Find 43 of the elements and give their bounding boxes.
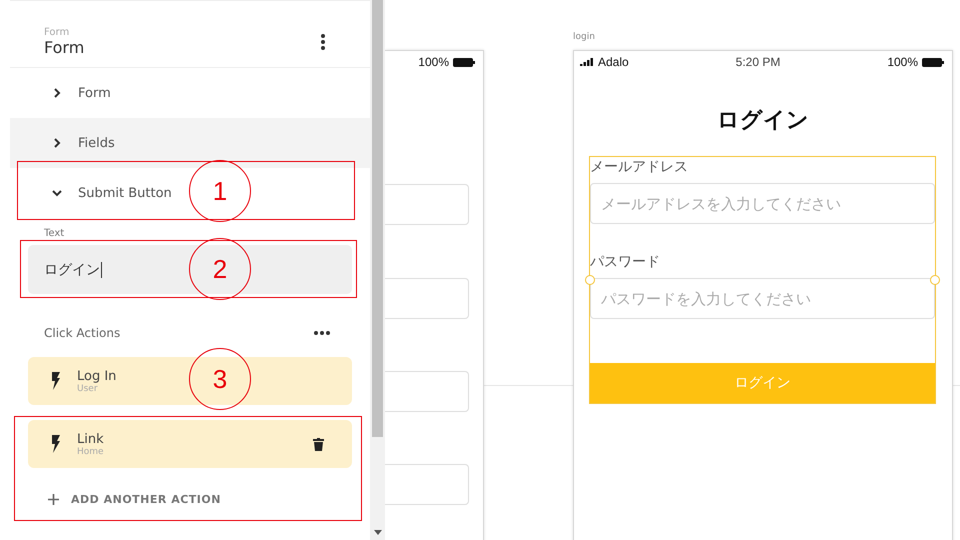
more-icon[interactable] bbox=[321, 34, 325, 50]
screen-title: ログイン bbox=[716, 107, 810, 135]
section-toggle[interactable]: Fields bbox=[52, 136, 115, 150]
lightning-icon bbox=[51, 435, 61, 453]
action-target: Home bbox=[77, 446, 104, 456]
field-label: メールアドレス bbox=[590, 158, 689, 177]
resize-handle[interactable] bbox=[585, 275, 595, 285]
battery-icon bbox=[922, 58, 944, 66]
battery-icon bbox=[453, 58, 475, 66]
scrollbar[interactable] bbox=[370, 0, 385, 540]
step-number: 2 bbox=[189, 238, 251, 300]
section-toggle[interactable]: Submit Button bbox=[52, 186, 172, 200]
section-label: Click Actions bbox=[44, 326, 120, 340]
scrollbar-thumb[interactable] bbox=[372, 0, 383, 437]
field-label: パスワード bbox=[590, 253, 661, 272]
field-label: Text bbox=[43, 228, 66, 241]
battery-percent: 100% bbox=[418, 55, 449, 69]
chevron-icon bbox=[52, 138, 62, 148]
action-name: Link bbox=[77, 432, 104, 446]
chevron-icon bbox=[52, 88, 62, 98]
panel-title: Form bbox=[44, 38, 86, 57]
battery-percent: 100% bbox=[887, 55, 918, 69]
lightning-icon bbox=[51, 372, 61, 390]
action-target: User bbox=[77, 384, 98, 394]
step-number: 3 bbox=[189, 348, 251, 410]
add-action-link[interactable]: ADD ANOTHER ACTION bbox=[10, 468, 370, 506]
trash-icon[interactable] bbox=[313, 438, 324, 450]
scroll-down-icon[interactable] bbox=[374, 530, 382, 535]
input-field[interactable]: パスワードを入力してください bbox=[590, 278, 935, 319]
chevron-icon bbox=[52, 188, 62, 198]
carrier-name: Adalo bbox=[598, 55, 629, 69]
step-number: 1 bbox=[189, 160, 251, 222]
resize-handle[interactable] bbox=[930, 275, 940, 285]
action-card[interactable]: Link Home bbox=[28, 420, 352, 468]
input-field[interactable]: メールアドレスを入力してください bbox=[590, 183, 935, 224]
more-icon[interactable] bbox=[314, 331, 330, 335]
signal-icon bbox=[580, 58, 594, 66]
plus-icon bbox=[48, 494, 59, 505]
action-name: Log In bbox=[77, 368, 116, 384]
panel-subtitle: Form bbox=[44, 27, 70, 38]
section-toggle[interactable]: Form bbox=[52, 86, 111, 100]
screen-name: login bbox=[573, 32, 595, 42]
status-time: 5:20 PM bbox=[736, 55, 780, 69]
